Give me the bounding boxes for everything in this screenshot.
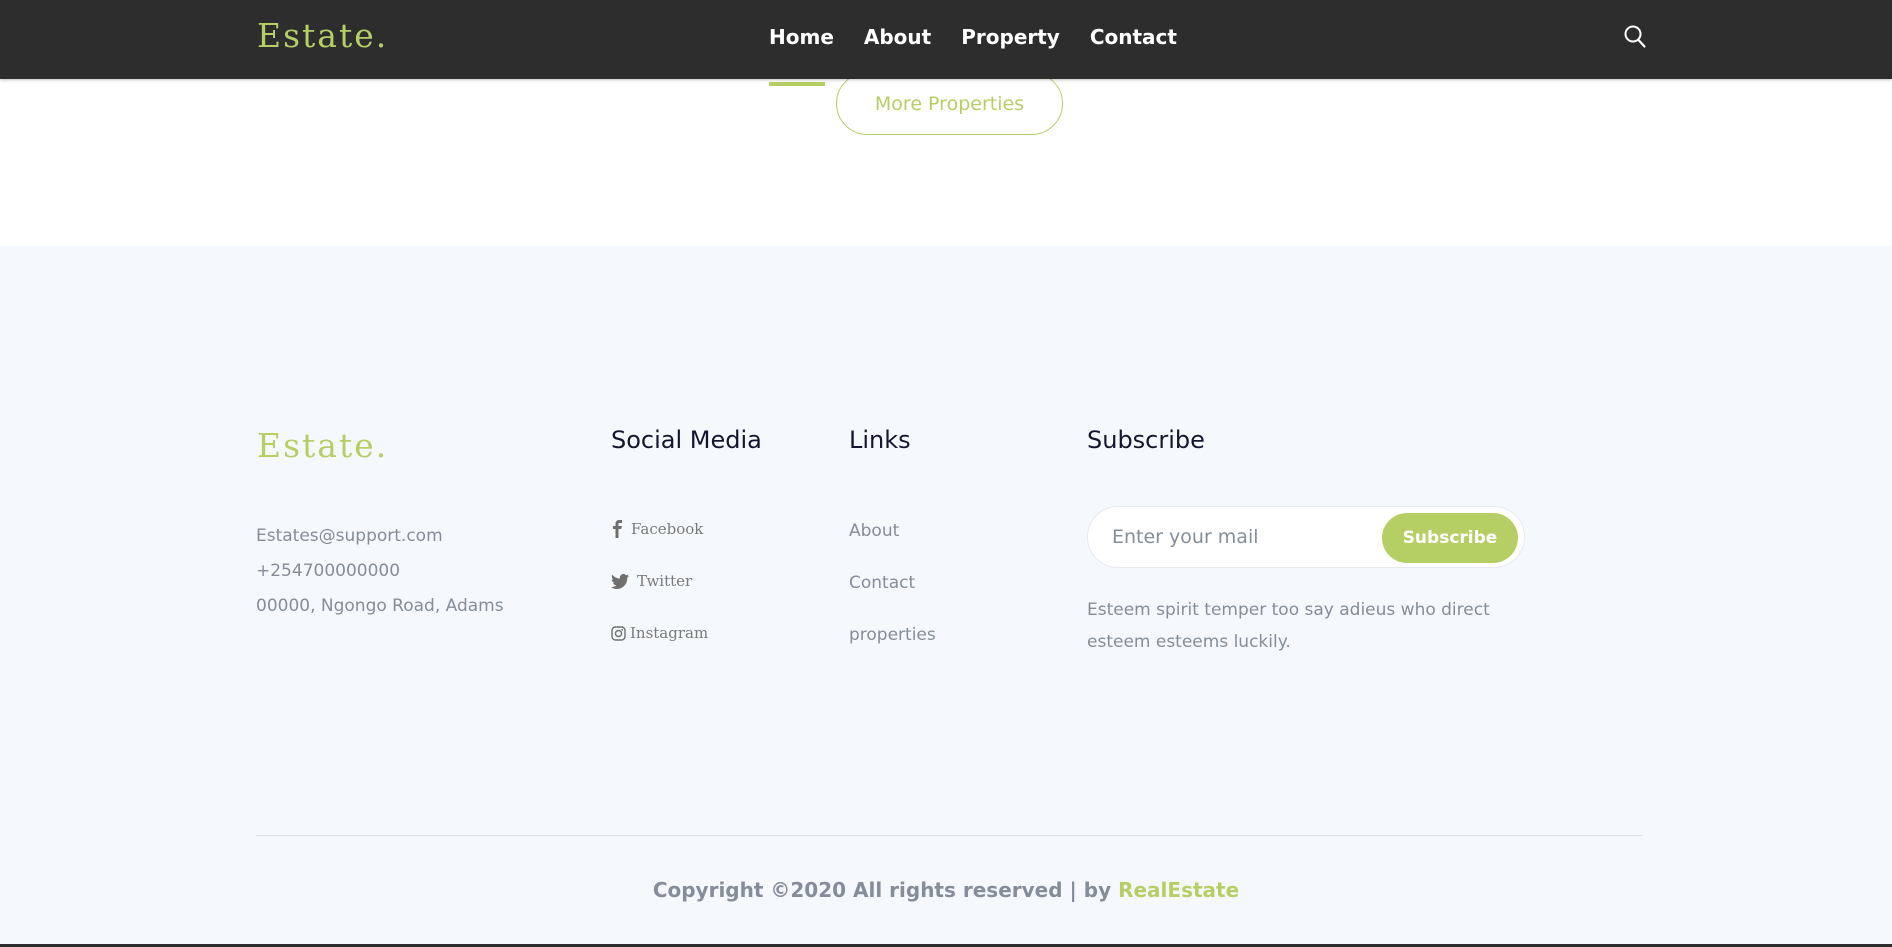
footer-link-properties[interactable]: properties [849, 625, 936, 645]
contact-email: Estates@support.com [256, 526, 443, 546]
header-logo[interactable]: Estate. [257, 16, 388, 55]
nav-about[interactable]: About [864, 25, 931, 49]
subscribe-description: Esteem spirit temper too say adieus who … [1087, 600, 1490, 652]
site-footer: Estate. Estates@support.com +25470000000… [0, 246, 1892, 947]
copyright-brand-link[interactable]: RealEstate [1118, 878, 1239, 902]
links-title: Links [849, 426, 911, 454]
email-subscribe-input[interactable] [1112, 519, 1372, 555]
contact-address: 00000, Ngongo Road, Adams [256, 596, 504, 616]
subscribe-title: Subscribe [1087, 426, 1205, 454]
copyright-text: Copyright ©2020 All rights reserved | by [652, 878, 1112, 902]
footer-divider [256, 835, 1643, 836]
social-instagram[interactable]: Instagram [611, 624, 708, 642]
twitter-icon [611, 573, 629, 589]
subscribe-button[interactable]: Subscribe [1382, 513, 1518, 563]
nav-contact[interactable]: Contact [1090, 25, 1177, 49]
search-icon[interactable] [1623, 24, 1647, 50]
copyright: Copyright ©2020 All rights reserved | by… [0, 878, 1892, 902]
footer-link-contact[interactable]: Contact [849, 573, 915, 593]
social-instagram-label: Instagram [630, 624, 709, 642]
more-properties-button[interactable]: More Properties [836, 72, 1063, 135]
social-twitter[interactable]: Twitter [611, 572, 692, 590]
social-twitter-label: Twitter [637, 572, 693, 590]
footer-link-about[interactable]: About [849, 521, 899, 541]
top-navbar: Estate. Home About Property Contact [0, 0, 1892, 79]
nav-property[interactable]: Property [961, 25, 1060, 49]
instagram-icon [611, 625, 626, 641]
nav-active-indicator [769, 82, 825, 86]
contact-phone: +254700000000 [256, 561, 401, 581]
footer-logo[interactable]: Estate. [257, 426, 388, 465]
social-facebook-label: Facebook [631, 520, 704, 538]
social-facebook[interactable]: Facebook [611, 520, 703, 538]
social-media-title: Social Media [611, 426, 762, 454]
facebook-icon [611, 520, 623, 538]
subscribe-form: Subscribe [1087, 506, 1525, 568]
main-nav: Home About Property Contact [769, 25, 1177, 49]
nav-home[interactable]: Home [769, 25, 834, 49]
